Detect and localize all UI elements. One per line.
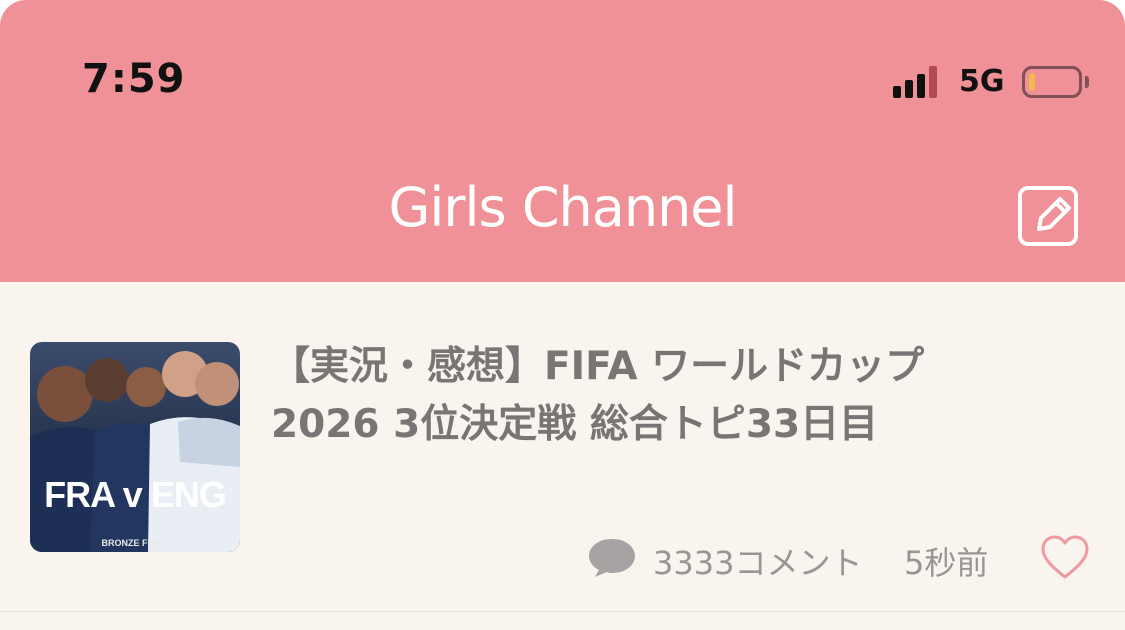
row-divider (0, 611, 1125, 612)
battery-icon (1022, 66, 1082, 98)
compose-icon[interactable] (1017, 185, 1079, 247)
heart-icon[interactable] (1040, 534, 1090, 580)
posted-time: 5秒前 (904, 544, 989, 582)
battery-tip (1085, 76, 1089, 88)
header-bar: 7:59 5G Girls Channel (0, 0, 1125, 282)
topic-title[interactable]: 【実況・感想】FIFA ワールドカップ 2026 3位決定戦 総合トピ33日目 (271, 338, 1041, 454)
comment-bubble-icon (589, 539, 635, 577)
thumbnail-headline: FRA v ENG (44, 474, 227, 515)
thumbnail-caption: BRONZE FINAL (101, 538, 169, 548)
status-time: 7:59 (82, 56, 186, 102)
app-screen: 7:59 5G Girls Channel FRA v ENG BRONZE F… (0, 0, 1125, 630)
comment-count: 3333コメント (653, 544, 863, 582)
battery-level-fill (1029, 73, 1035, 91)
app-title: Girls Channel (388, 176, 737, 239)
topic-thumbnail[interactable]: FRA v ENG BRONZE FINAL (30, 342, 240, 552)
thumbnail-players-image (30, 351, 240, 552)
signal-strength-icon (893, 66, 945, 98)
topic-list: FRA v ENG BRONZE FINAL 【実況・感想】FIFA ワールドカ… (0, 282, 1125, 630)
network-type: 5G (959, 64, 1005, 99)
